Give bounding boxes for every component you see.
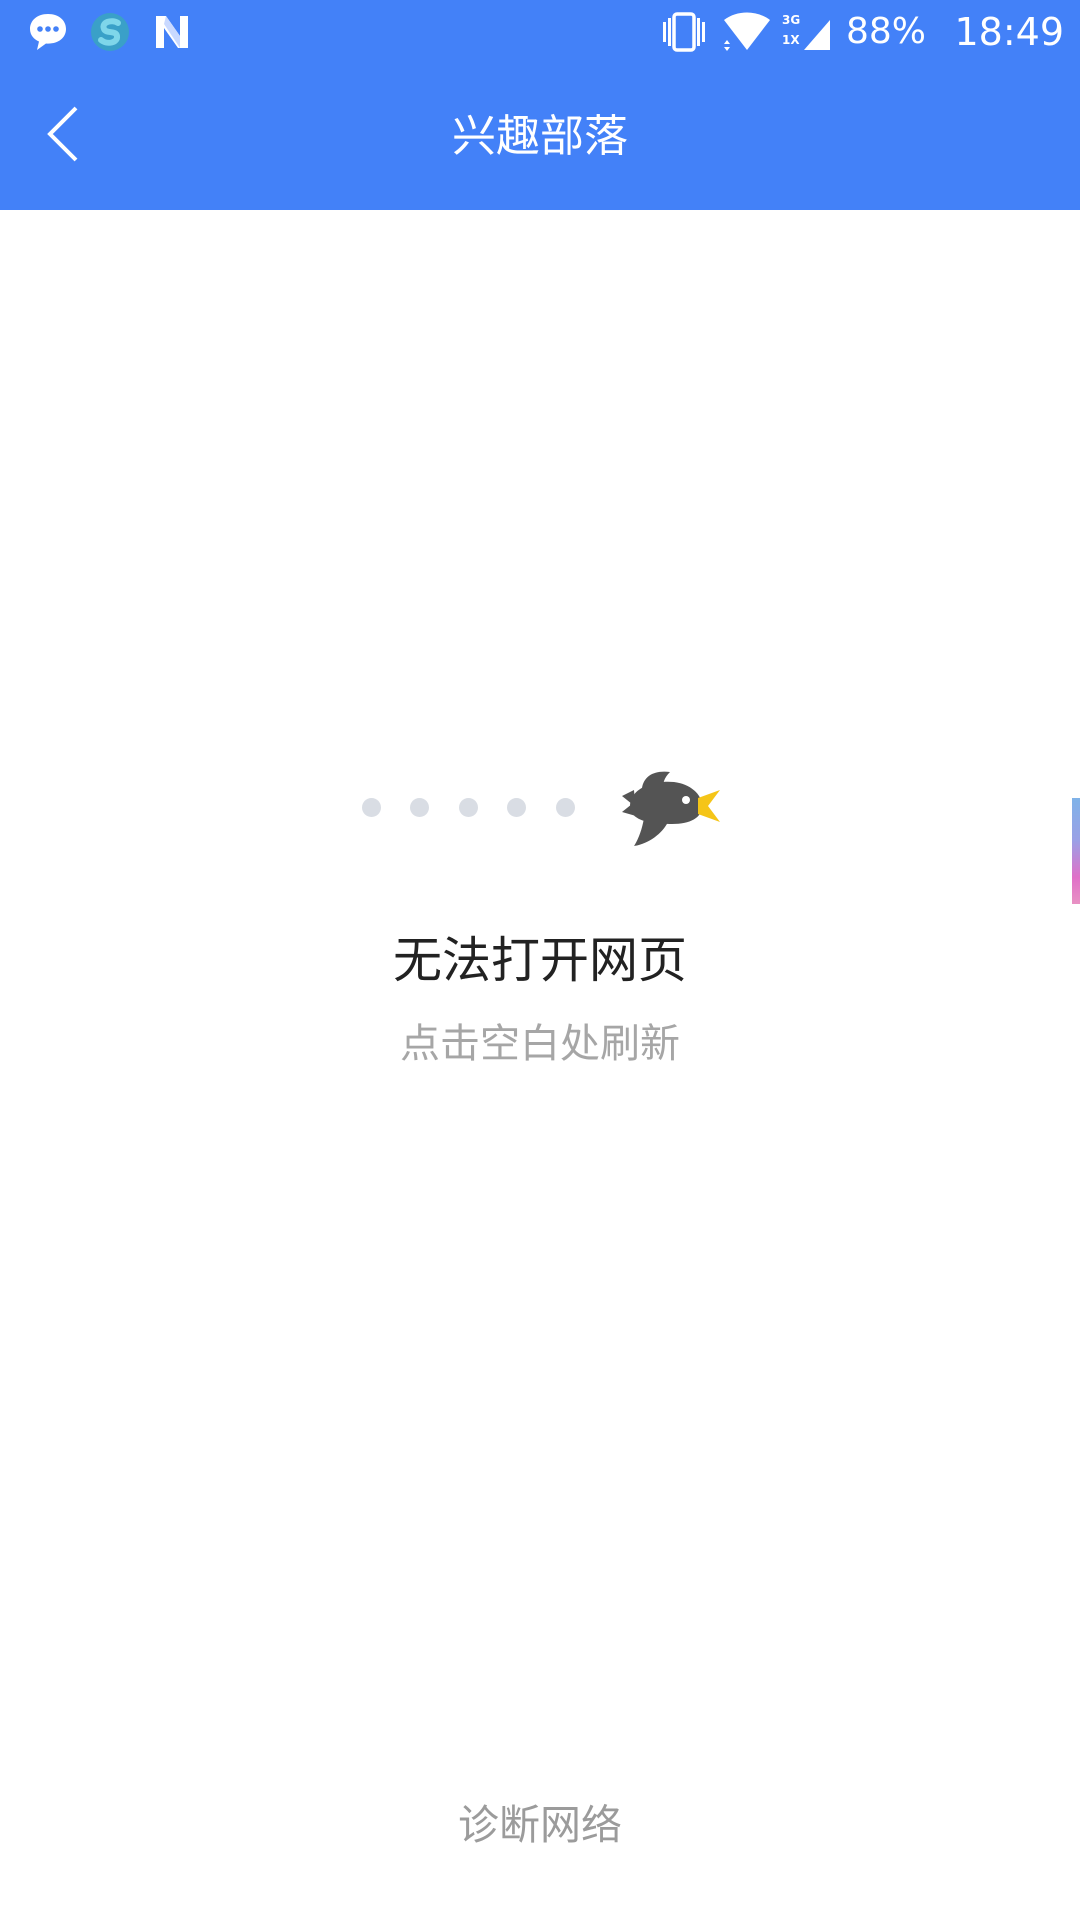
- loading-dot: [556, 798, 575, 817]
- refresh-area[interactable]: 无法打开网页 点击空白处刷新 诊断网络: [0, 210, 1080, 1920]
- title-bar: 兴趣部落: [0, 64, 1080, 210]
- loading-dot: [362, 798, 381, 817]
- bird-icon: [622, 771, 720, 846]
- loading-dots: [352, 794, 592, 824]
- clock: 18:49: [954, 10, 1064, 54]
- cellular-signal-icon: 3G 1X: [782, 13, 830, 50]
- loading-dot: [459, 798, 478, 817]
- diagnose-network-button[interactable]: 诊断网络: [420, 1790, 660, 1860]
- svg-text:3G: 3G: [782, 13, 800, 27]
- battery-level: 88%: [846, 11, 927, 52]
- vibrate-icon: [663, 12, 705, 52]
- n-app-icon: [156, 16, 188, 48]
- loading-dot: [507, 798, 526, 817]
- system-status: 3G 1X 88% 18:49: [660, 0, 1080, 64]
- side-edge-tab[interactable]: [1072, 798, 1080, 904]
- loading-dot: [410, 798, 429, 817]
- back-button[interactable]: [20, 92, 104, 176]
- app-header: 3G 1X 88% 18:49 兴趣部落: [0, 0, 1080, 210]
- wifi-icon: [724, 12, 770, 51]
- status-bar: 3G 1X 88% 18:49: [0, 0, 1080, 64]
- page-title: 兴趣部落: [452, 111, 628, 162]
- svg-text:1X: 1X: [782, 33, 800, 47]
- chevron-left-icon: [47, 106, 78, 162]
- chat-bubble-icon: [30, 14, 66, 50]
- refresh-hint: 点击空白处刷新: [400, 1021, 680, 1067]
- error-title: 无法打开网页: [392, 932, 687, 989]
- s-app-icon: [91, 13, 129, 51]
